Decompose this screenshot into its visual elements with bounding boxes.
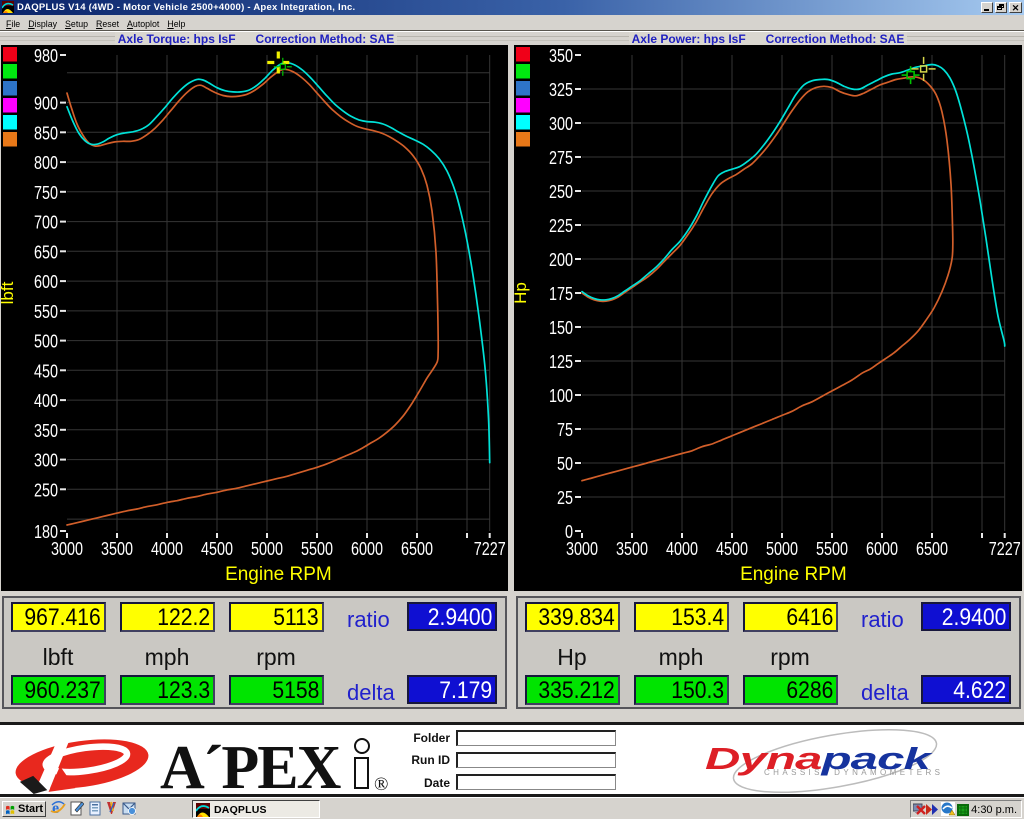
svg-text:4500: 4500 [716, 538, 748, 559]
svg-text:980: 980 [34, 45, 58, 66]
svg-text:Engine RPM: Engine RPM [225, 564, 332, 585]
svg-text:6500: 6500 [401, 538, 433, 559]
svg-text:3500: 3500 [616, 538, 648, 559]
svg-text:4000: 4000 [666, 538, 698, 559]
svg-text:500: 500 [34, 331, 58, 352]
svg-text:5000: 5000 [251, 538, 283, 559]
svg-text:350: 350 [549, 45, 573, 66]
svg-text:400: 400 [34, 390, 58, 411]
svg-text:250: 250 [34, 479, 58, 500]
svg-text:6000: 6000 [351, 538, 383, 559]
svg-text:7227: 7227 [989, 538, 1021, 559]
svg-text:Hp: Hp [514, 282, 530, 304]
svg-text:800: 800 [34, 152, 58, 173]
svg-text:5500: 5500 [816, 538, 848, 559]
svg-text:225: 225 [549, 215, 573, 236]
svg-text:4000: 4000 [151, 538, 183, 559]
svg-text:700: 700 [34, 212, 58, 233]
svg-text:7227: 7227 [474, 538, 506, 559]
svg-text:200: 200 [549, 249, 573, 270]
svg-text:75: 75 [557, 419, 573, 440]
svg-text:6500: 6500 [916, 538, 948, 559]
svg-text:550: 550 [34, 301, 58, 322]
svg-text:25: 25 [557, 487, 573, 508]
svg-text:450: 450 [34, 360, 58, 381]
svg-text:150: 150 [549, 317, 573, 338]
svg-text:300: 300 [34, 450, 58, 471]
svg-text:275: 275 [549, 147, 573, 168]
svg-text:5500: 5500 [301, 538, 333, 559]
svg-text:325: 325 [549, 79, 573, 100]
svg-text:5000: 5000 [766, 538, 798, 559]
svg-text:100: 100 [549, 385, 573, 406]
svg-text:CHASSIS DYNAMOMETERS: CHASSIS DYNAMOMETERS [764, 768, 943, 777]
svg-text:50: 50 [557, 453, 573, 474]
svg-text:6000: 6000 [866, 538, 898, 559]
svg-text:350: 350 [34, 420, 58, 441]
svg-text:4500: 4500 [201, 538, 233, 559]
svg-text:250: 250 [549, 181, 573, 202]
svg-text:650: 650 [34, 241, 58, 262]
svg-text:850: 850 [34, 122, 58, 143]
svg-text:3000: 3000 [51, 538, 83, 559]
svg-text:Engine RPM: Engine RPM [740, 564, 847, 585]
svg-text:300: 300 [549, 113, 573, 134]
svg-text:175: 175 [549, 283, 573, 304]
svg-text:125: 125 [549, 351, 573, 372]
svg-text:A´PEX: A´PEX [160, 734, 342, 794]
svg-text:600: 600 [34, 271, 58, 292]
svg-text:750: 750 [34, 182, 58, 203]
svg-text:900: 900 [34, 93, 58, 114]
svg-text:lbft: lbft [1, 281, 17, 304]
svg-text:3000: 3000 [566, 538, 598, 559]
svg-text:3500: 3500 [101, 538, 133, 559]
